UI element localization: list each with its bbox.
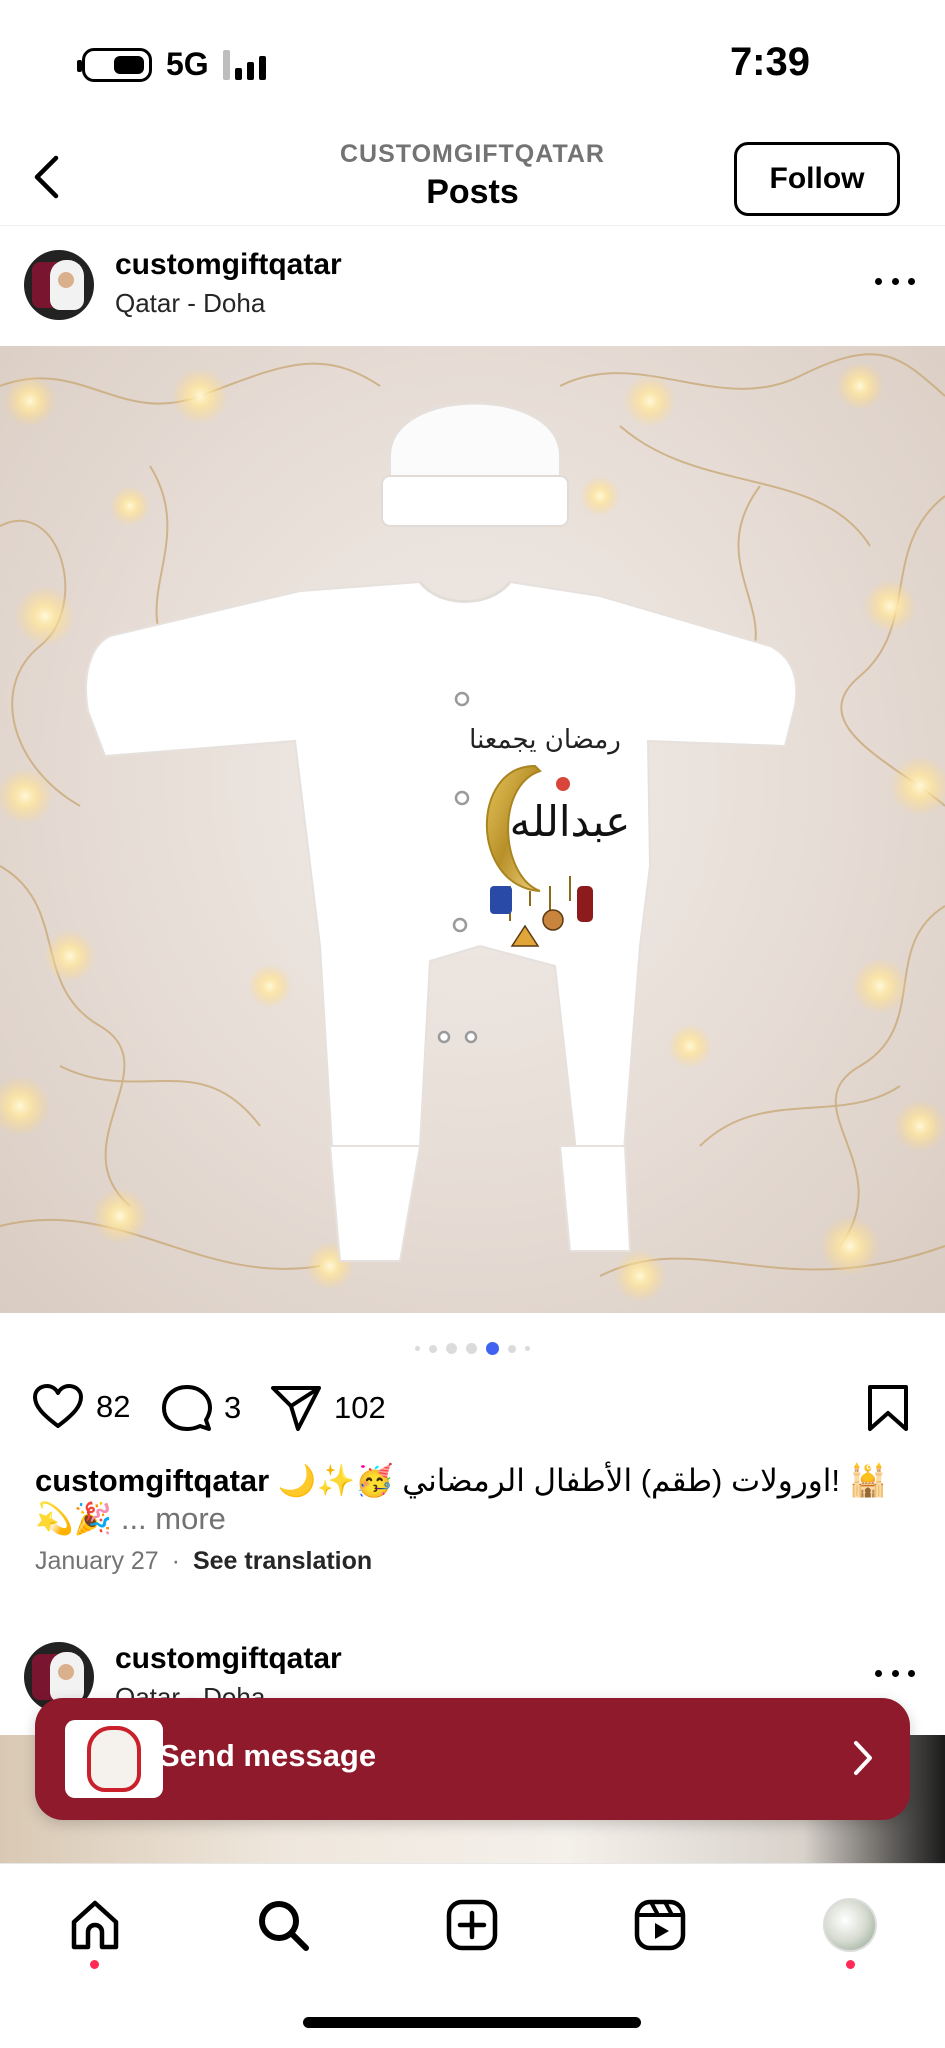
send-message-label: Send message bbox=[159, 1738, 377, 1773]
carousel-dot bbox=[446, 1343, 457, 1354]
meta-separator: · bbox=[171, 1547, 180, 1575]
like-action: 82 bbox=[32, 1384, 130, 1430]
caption-text-2: 💫🎉 bbox=[35, 1501, 113, 1536]
tab-home[interactable] bbox=[60, 1890, 130, 1960]
network-type: 5G bbox=[166, 46, 209, 82]
tab-create[interactable] bbox=[437, 1890, 507, 1960]
comment-icon[interactable] bbox=[162, 1384, 212, 1432]
more-options-button[interactable] bbox=[875, 266, 915, 296]
caption-text: 🌙✨🥳 اورولات (طقم) الأطفال الرمضاني! 🕌 bbox=[277, 1463, 888, 1498]
home-notification-dot bbox=[90, 1960, 99, 1969]
home-indicator bbox=[303, 2017, 641, 2028]
carousel-indicator bbox=[0, 1342, 945, 1355]
post-username[interactable]: customgiftqatar bbox=[115, 248, 342, 282]
post-location[interactable]: Qatar - Doha bbox=[115, 288, 265, 319]
chevron-right-icon bbox=[854, 1741, 872, 1775]
bottom-tab-bar bbox=[0, 1863, 945, 2048]
carousel-dot-active bbox=[486, 1342, 499, 1355]
post-meta: January 27 · See translation bbox=[35, 1547, 372, 1576]
carousel-dot bbox=[415, 1346, 420, 1351]
comment-action: 3 bbox=[162, 1384, 241, 1432]
page-header: CUSTOMGIFTQATAR Posts Follow bbox=[0, 130, 945, 226]
carousel-dot bbox=[429, 1344, 437, 1353]
bookmark-icon bbox=[868, 1385, 908, 1431]
battery-icon bbox=[77, 47, 152, 82]
hat-shape bbox=[381, 402, 569, 527]
post-image[interactable]: رمضان يجمعنا عبدالله bbox=[0, 346, 945, 1313]
caption-more-link[interactable]: ... more bbox=[121, 1501, 226, 1536]
carousel-dot bbox=[525, 1346, 530, 1351]
search-icon bbox=[259, 1901, 309, 1951]
post-caption: customgiftqatar 🌙✨🥳 اورولات (طقم) الأطفا… bbox=[35, 1462, 915, 1538]
share-count[interactable]: 102 bbox=[334, 1390, 386, 1426]
follow-button[interactable]: Follow bbox=[734, 142, 900, 216]
tab-profile[interactable] bbox=[815, 1890, 885, 1960]
post-header: customgiftqatar Qatar - Doha bbox=[0, 226, 945, 336]
profile-icon bbox=[823, 1898, 877, 1952]
next-post-more-button[interactable] bbox=[875, 1658, 915, 1688]
like-count[interactable]: 82 bbox=[96, 1389, 130, 1425]
carousel-dot bbox=[466, 1343, 477, 1354]
product-thumbnail bbox=[65, 1720, 163, 1798]
avatar[interactable] bbox=[24, 250, 94, 320]
tab-reels[interactable] bbox=[625, 1890, 695, 1960]
see-translation-link[interactable]: See translation bbox=[193, 1547, 372, 1575]
status-bar: 5G 7:39 bbox=[0, 0, 945, 130]
next-post-username[interactable]: customgiftqatar bbox=[115, 1642, 342, 1676]
create-icon bbox=[446, 1899, 498, 1951]
share-action: 102 bbox=[270, 1384, 386, 1432]
carousel-dot bbox=[508, 1344, 516, 1353]
print-name: عبدالله bbox=[510, 797, 631, 846]
romper-photo: رمضان يجمعنا عبدالله bbox=[0, 353, 945, 1302]
caption-username[interactable]: customgiftqatar bbox=[35, 1463, 269, 1498]
send-icon[interactable] bbox=[270, 1384, 322, 1432]
heart-icon[interactable] bbox=[32, 1384, 84, 1430]
status-time: 7:39 bbox=[729, 40, 810, 84]
tab-search[interactable] bbox=[248, 1890, 318, 1960]
bookmark-button[interactable] bbox=[867, 1384, 909, 1437]
signal-icon bbox=[222, 49, 266, 80]
profile-notification-dot bbox=[846, 1960, 855, 1969]
post-actions: 82 3 102 bbox=[0, 1378, 945, 1438]
post-date: January 27 bbox=[35, 1547, 159, 1575]
romper-shape bbox=[85, 580, 798, 1262]
print-top-line: رمضان يجمعنا bbox=[469, 725, 621, 755]
status-indicators: 5G bbox=[77, 46, 266, 83]
home-icon bbox=[71, 1900, 119, 1950]
comment-count[interactable]: 3 bbox=[224, 1390, 241, 1426]
send-message-banner[interactable]: Send message bbox=[35, 1698, 910, 1820]
reels-icon bbox=[634, 1899, 686, 1951]
